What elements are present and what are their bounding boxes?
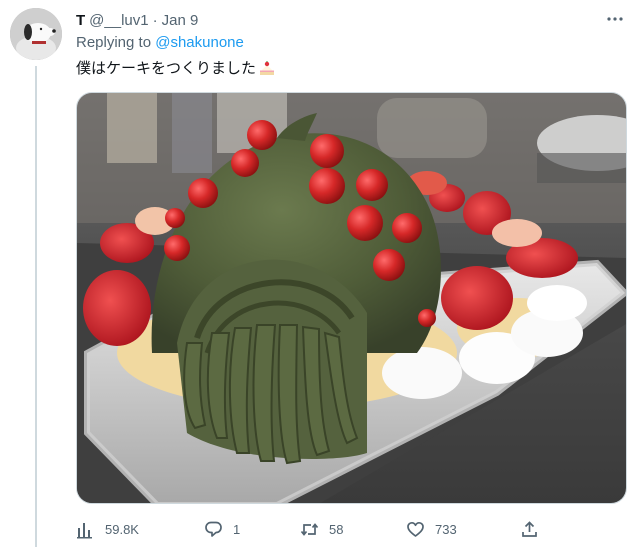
- tweet-text-body: 僕はケーキをつくりました: [76, 60, 257, 77]
- more-dots-icon[interactable]: [604, 8, 626, 30]
- avatar[interactable]: [10, 8, 62, 60]
- replying-to: Replying to @shakunone: [76, 34, 244, 51]
- heart-icon: [407, 521, 424, 537]
- retweet-icon: [300, 522, 319, 536]
- share-upload-icon: [522, 520, 537, 537]
- replying-to-label: Replying to: [76, 34, 152, 51]
- like-count: 733: [435, 521, 457, 537]
- separator-dot: ·: [152, 11, 158, 29]
- retweet-count: 58: [329, 521, 344, 537]
- views-button[interactable]: 59.8K: [76, 517, 139, 541]
- tweet-actions: 59.8K 1 58 733: [76, 517, 546, 541]
- reply-button[interactable]: 1: [204, 517, 240, 541]
- tweet-photo[interactable]: [76, 92, 627, 504]
- thread-line: [35, 66, 37, 547]
- display-name[interactable]: T: [76, 12, 85, 29]
- views-count: 59.8K: [105, 521, 139, 537]
- speech-bubble-icon: [205, 521, 222, 537]
- tweet[interactable]: T @__luv1 · Jan 9 Replying to @shakunone…: [0, 0, 640, 547]
- tweet-text: 僕はケーキをつくりました: [76, 57, 276, 78]
- shortcake-icon: [258, 59, 276, 77]
- replying-to-mention[interactable]: @shakunone: [155, 34, 244, 51]
- tweet-date[interactable]: Jan 9: [162, 12, 199, 29]
- retweet-button[interactable]: 58: [300, 517, 343, 541]
- bar-chart-icon: [77, 522, 92, 538]
- like-button[interactable]: 733: [406, 517, 457, 541]
- reply-count: 1: [233, 521, 241, 537]
- user-handle[interactable]: @__luv1: [89, 12, 148, 29]
- share-button[interactable]: [520, 517, 549, 541]
- tweet-header: T @__luv1 · Jan 9: [76, 10, 198, 30]
